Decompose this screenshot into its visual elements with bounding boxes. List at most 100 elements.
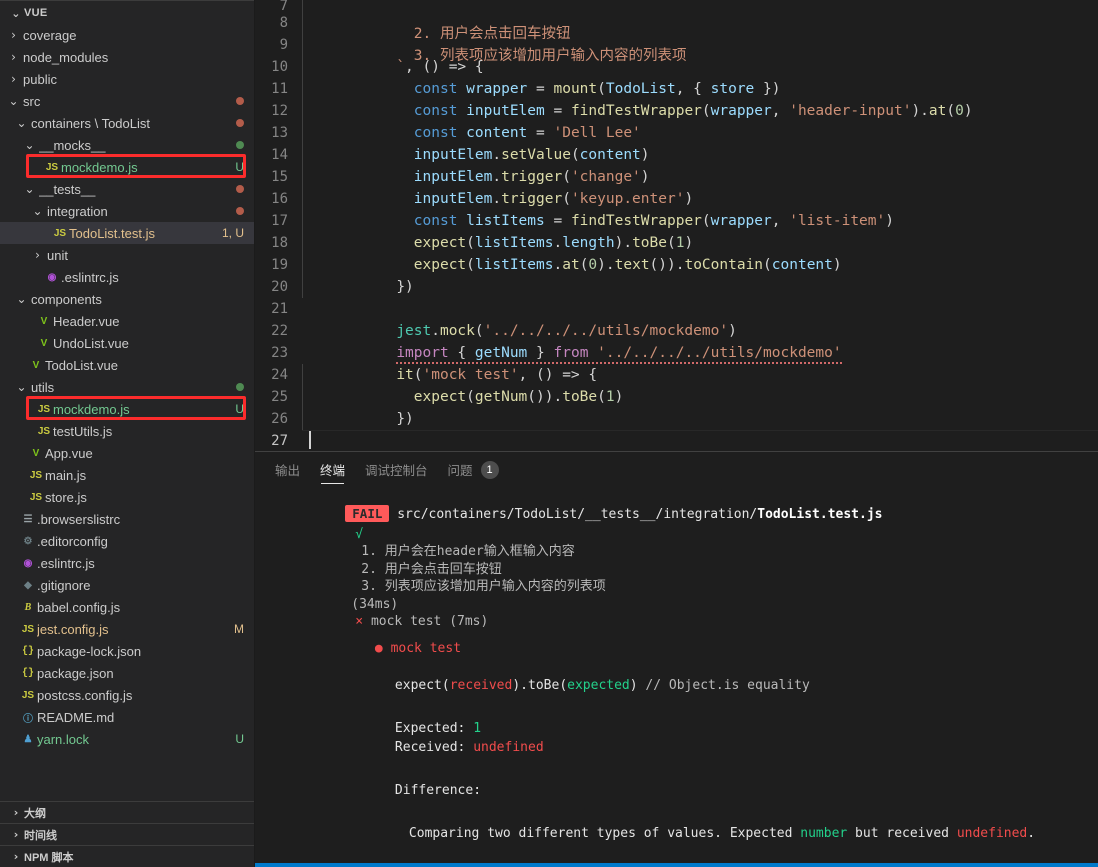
chevron-down-icon[interactable]: ⌄ (32, 200, 43, 222)
tree-row-mockdemo.js[interactable]: JS mockdemo.js U (0, 398, 254, 420)
code-editor[interactable]: 7 1. 用户会在header输入框输入内容 8 2. 用户会点击回车按钮 9 (255, 0, 1098, 452)
json-file-icon: {} (21, 667, 34, 679)
bottom-panel: 输出 终端 调试控制台 问题 1 FAIL src/containers/Tod… (255, 451, 1098, 867)
vscode-window: ⌄ VUE › coverage › node_modules › public ⌄ src ⌄… (0, 0, 1098, 867)
tree-row-postcss.config.js[interactable]: JS postcss.config.js (0, 684, 254, 706)
tree-row-testutils.js[interactable]: JS testUtils.js (0, 420, 254, 442)
tree-row-status-dot (236, 141, 244, 149)
chevron-right-icon[interactable]: › (8, 24, 19, 46)
tree-row-yarn.lock[interactable]: ♟ yarn.lock U (0, 728, 254, 750)
tree-row-__mocks__[interactable]: ⌄ __mocks__ (0, 134, 254, 156)
diamond-icon: ◆ (24, 579, 32, 591)
tree-row-utils[interactable]: ⌄ utils (0, 376, 254, 398)
tree-row-label: components (31, 291, 102, 307)
tree-row-mockdemo.js[interactable]: JS mockdemo.js U (0, 156, 254, 178)
tree-row-label: .gitignore (37, 577, 91, 593)
check-icon: √ (355, 526, 364, 542)
tree-row-public[interactable]: › public (0, 68, 254, 90)
tree-row-babel.config.js[interactable]: Bbabel.config.js (0, 596, 254, 618)
error-detail-block: ● mock test expect(received).toBe(expect… (267, 622, 1098, 867)
tree-row-store.js[interactable]: JS store.js (0, 486, 254, 508)
code-token: }) (396, 279, 414, 295)
line-number: 12 (271, 103, 288, 119)
tree-row-header.vue[interactable]: V Header.vue (0, 310, 254, 332)
explorer-root-header[interactable]: ⌄ VUE (0, 2, 254, 24)
tree-row-todolist.vue[interactable]: V TodoList.vue (0, 354, 254, 376)
chevron-down-icon[interactable]: ⌄ (24, 178, 35, 200)
line-content (302, 430, 1098, 451)
tree-row-unit[interactable]: › unit (0, 244, 254, 266)
tab-debug-console[interactable]: 调试控制台 (365, 452, 428, 487)
problems-count-badge: 1 (480, 460, 499, 479)
sidebar-section-timeline[interactable]: › 时间线 (0, 823, 254, 845)
tree-row-git-decoration: U (235, 160, 244, 174)
sidebar-section-npm-scripts[interactable]: › NPM 脚本 (0, 845, 254, 867)
tree-row-label: package-lock.json (37, 643, 142, 659)
status-bar (255, 863, 1098, 867)
expected-value: 1 (473, 720, 482, 736)
js-file-icon: JS (29, 491, 43, 503)
list-icon: ☰ (23, 513, 33, 525)
code-line[interactable]: 26 }) (255, 408, 1098, 430)
line-number: 21 (271, 301, 288, 317)
tree-row-node_modules[interactable]: › node_modules (0, 46, 254, 68)
js-file-icon: JS (37, 403, 51, 415)
chevron-right-icon[interactable]: › (8, 46, 19, 68)
chevron-down-icon[interactable]: ⌄ (16, 288, 27, 310)
difference-type-received: undefined (956, 825, 1028, 841)
tree-row-package-lock.json[interactable]: {} package-lock.json (0, 640, 254, 662)
chevron-down-icon[interactable]: ⌄ (8, 90, 19, 112)
tree-row-.browserslistrc[interactable]: ☰ .browserslistrc (0, 508, 254, 530)
panel-tab-bar: 输出 终端 调试控制台 问题 1 (255, 452, 1098, 487)
sidebar-section-outline[interactable]: › 大纲 (0, 801, 254, 823)
test-file-name: TodoList.test.js (757, 506, 883, 522)
tree-row-.eslintrc.js[interactable]: ◉ .eslintrc.js (0, 266, 254, 288)
tree-row-package.json[interactable]: {} package.json (0, 662, 254, 684)
code-line-current[interactable]: 27 (255, 430, 1098, 452)
tree-row-main.js[interactable]: JS main.js (0, 464, 254, 486)
tree-row-todolist.test.js[interactable]: JS TodoList.test.js 1, U (0, 222, 254, 244)
tree-row-__tests__[interactable]: ⌄ __tests__ (0, 178, 254, 200)
difference-text-line: Comparing two different types of values.… (281, 807, 1098, 841)
tree-row-readme.md[interactable]: ⓘ README.md (0, 706, 254, 728)
tree-row-.editorconfig[interactable]: ⚙ .editorconfig (0, 530, 254, 552)
chevron-right-icon[interactable]: › (8, 68, 19, 90)
tree-row-status-dot (236, 207, 244, 215)
tree-row-label: package.json (37, 665, 114, 681)
tab-problems[interactable]: 问题 1 (448, 452, 499, 487)
tree-row-src[interactable]: ⌄ src (0, 90, 254, 112)
tab-problems-label: 问题 (447, 464, 473, 479)
chevron-down-icon[interactable]: ⌄ (16, 112, 27, 134)
chevron-down-icon[interactable]: ⌄ (24, 134, 35, 156)
tree-row-components[interactable]: ⌄ components (0, 288, 254, 310)
tab-output[interactable]: 输出 (275, 452, 300, 487)
chevron-right-icon[interactable]: › (32, 244, 43, 266)
line-number-current: 27 (271, 433, 288, 449)
tree-row-label: .eslintrc.js (37, 555, 95, 571)
received-label: Received: (394, 739, 474, 755)
test-step-3: 3. 列表项应该增加用户输入内容的列表项 (361, 579, 606, 595)
tree-row-integration[interactable]: ⌄ integration (0, 200, 254, 222)
failed-test-name: mock test (7ms) (370, 614, 489, 630)
chevron-down-icon[interactable]: ⌄ (16, 376, 27, 398)
tab-terminal[interactable]: 终端 (320, 452, 345, 487)
sidebar-bottom-sections: › 大纲 › 时间线 › NPM 脚本 (0, 801, 254, 867)
line-number: 14 (271, 147, 288, 163)
line-number: 16 (271, 191, 288, 207)
fail-status-badge: FAIL (345, 504, 390, 522)
tree-row-jest.config.js[interactable]: JS jest.config.js M (0, 618, 254, 640)
tree-row-.gitignore[interactable]: ◆ .gitignore (0, 574, 254, 596)
tree-row-containers-todolist[interactable]: ⌄ containers \ TodoList (0, 112, 254, 134)
tree-row-.eslintrc.js[interactable]: ◉ .eslintrc.js (0, 552, 254, 574)
file-tree[interactable]: ⌄ VUE › coverage › node_modules › public ⌄ src ⌄… (0, 1, 254, 801)
terminal-output[interactable]: FAIL src/containers/TodoList/__tests__/i… (255, 487, 1098, 867)
tree-row-coverage[interactable]: › coverage (0, 24, 254, 46)
matcher-tobe: toBe (528, 677, 560, 693)
code-line[interactable]: 20 }) (255, 276, 1098, 298)
tree-row-undolist.vue[interactable]: V UndoList.vue (0, 332, 254, 354)
tree-row-app.vue[interactable]: V App.vue (0, 442, 254, 464)
tree-row-git-decoration: U (235, 732, 244, 746)
